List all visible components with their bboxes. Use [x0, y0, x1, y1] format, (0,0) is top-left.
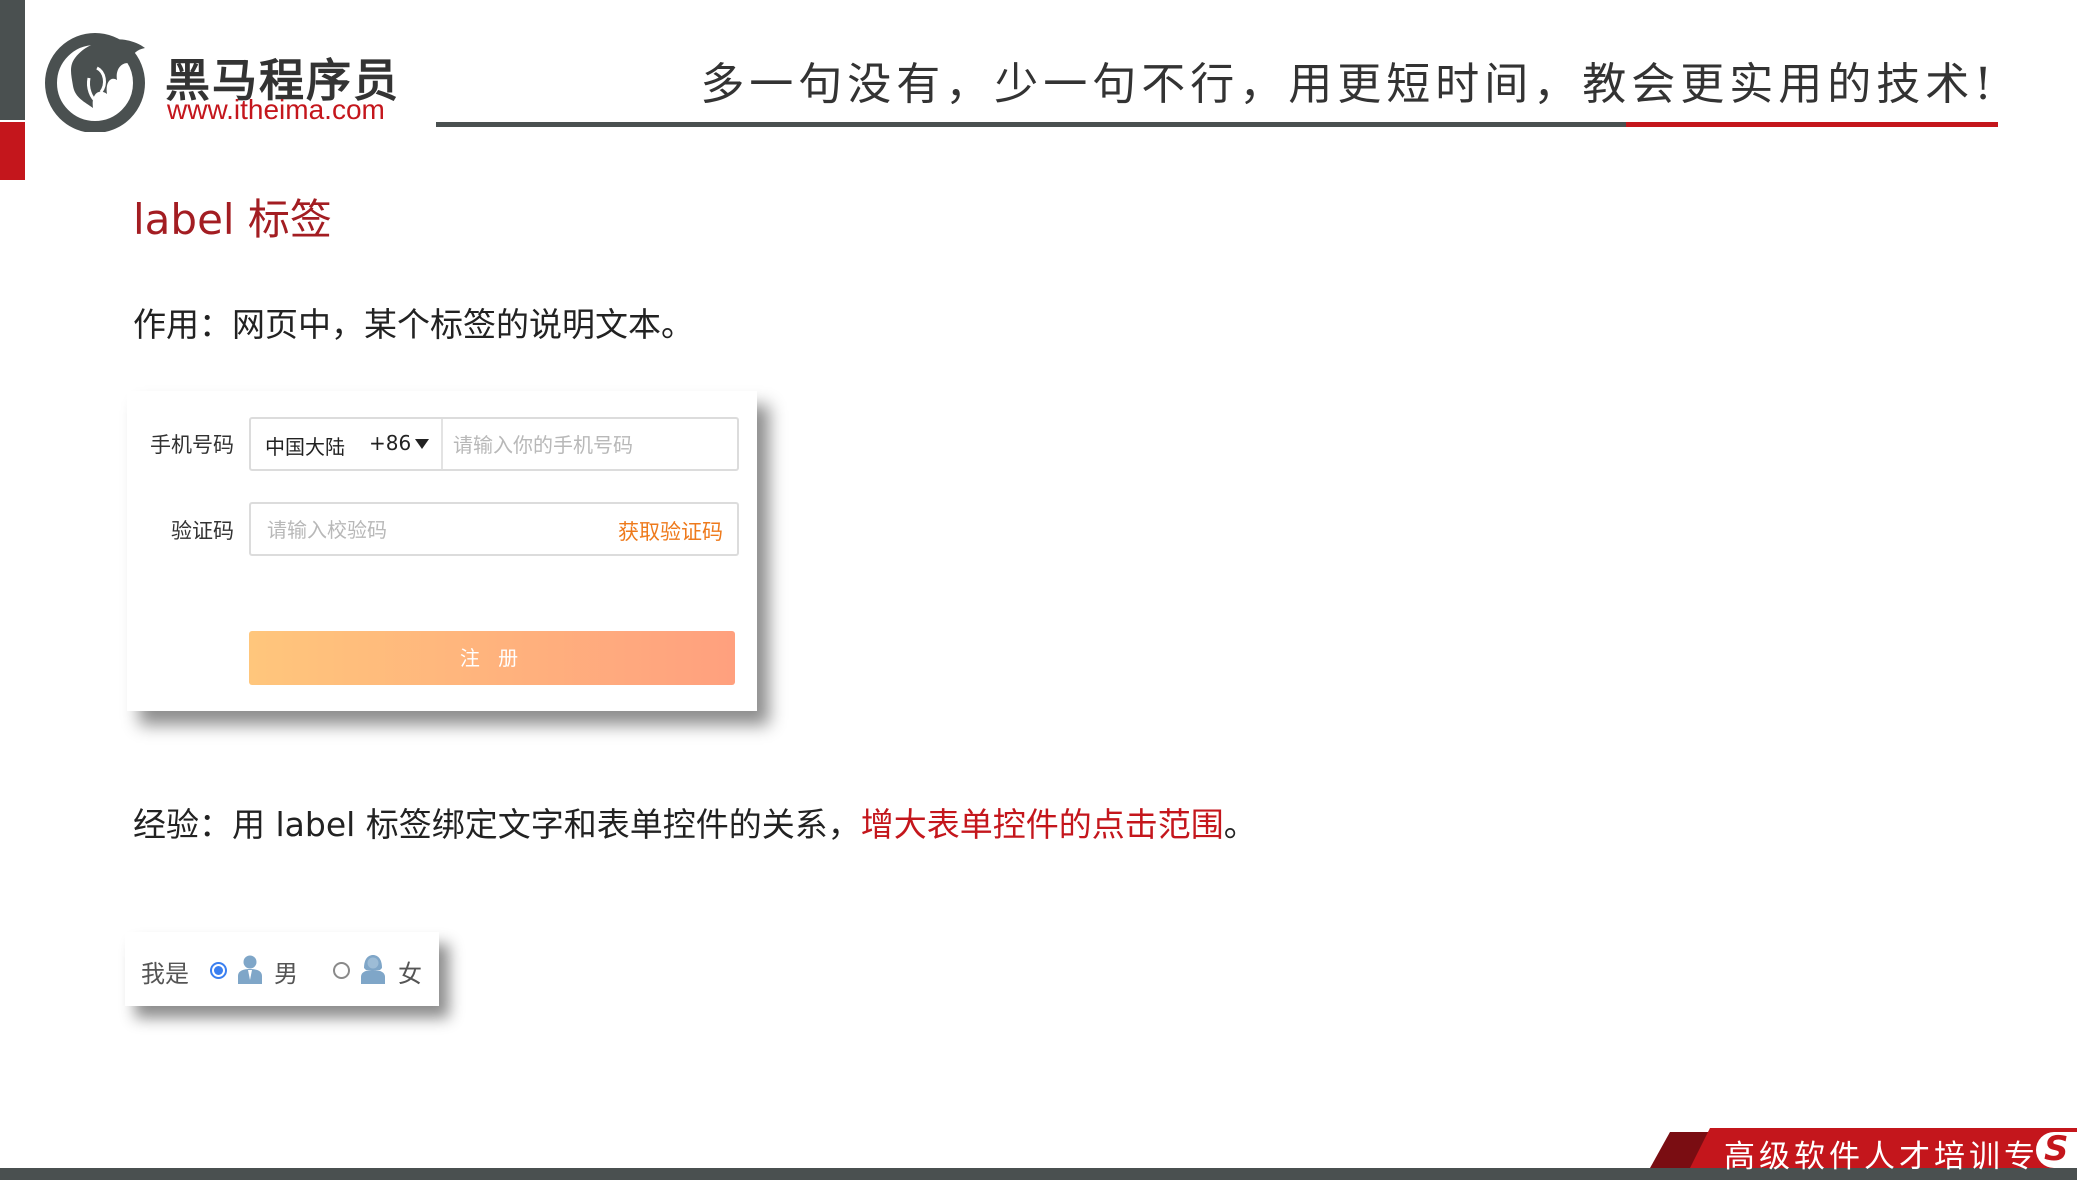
region-select[interactable]: 中国大陆 +86: [251, 419, 443, 469]
footer-text: 高级软件人才培训专: [1724, 1139, 2039, 1175]
left-accent-bar-red: [0, 122, 25, 180]
region-value: 中国大陆: [265, 435, 345, 459]
signup-form-example: 手机号码 中国大陆 +86 验证码 获取验证码 注 册: [127, 391, 757, 711]
phone-field-group: 中国大陆 +86: [249, 417, 739, 471]
experience-suffix: 。: [1223, 805, 1257, 844]
phone-label[interactable]: 手机号码: [150, 429, 234, 459]
experience-prefix: 经验：用 label 标签绑定文字和表单控件的关系，: [133, 805, 861, 844]
header-rule: [436, 122, 1626, 127]
gender-label: 我是: [141, 960, 189, 988]
itheima-logo: 黑马程序员 www.itheima.com: [45, 28, 405, 138]
male-user-icon[interactable]: [237, 954, 263, 984]
male-label[interactable]: 男: [274, 954, 298, 989]
gender-radio-example: 我是 男 女: [125, 932, 439, 1006]
country-code: +86: [369, 431, 412, 455]
female-radio[interactable]: [333, 962, 350, 979]
get-code-link[interactable]: 获取验证码: [618, 516, 723, 546]
sogou-s-icon: S: [2036, 1129, 2077, 1169]
experience-highlight: 增大表单控件的点击范围: [860, 805, 1224, 844]
female-label[interactable]: 女: [398, 954, 422, 989]
code-field-group: 获取验证码: [249, 502, 739, 556]
caret-down-icon: [415, 439, 429, 449]
code-label[interactable]: 验证码: [171, 515, 234, 545]
section-title: label 标签: [133, 195, 332, 244]
horse-logo-icon: [45, 33, 145, 132]
code-input[interactable]: [265, 514, 569, 546]
logo-url: www.itheima.com: [167, 94, 385, 125]
male-radio[interactable]: [210, 962, 227, 979]
phone-input[interactable]: [451, 429, 725, 461]
left-accent-bar-dark: [0, 0, 25, 120]
header-rule-accent: [1626, 122, 1998, 127]
female-user-icon[interactable]: [360, 954, 386, 984]
purpose-text: 作用：网页中，某个标签的说明文本。: [133, 305, 694, 344]
slogan: 多一句没有，少一句不行，用更短时间，教会更实用的技术!: [700, 59, 1997, 110]
register-button[interactable]: 注 册: [249, 631, 735, 685]
experience-text: 经验：用 label 标签绑定文字和表单控件的关系，增大表单控件的点击范围。: [133, 798, 1257, 846]
